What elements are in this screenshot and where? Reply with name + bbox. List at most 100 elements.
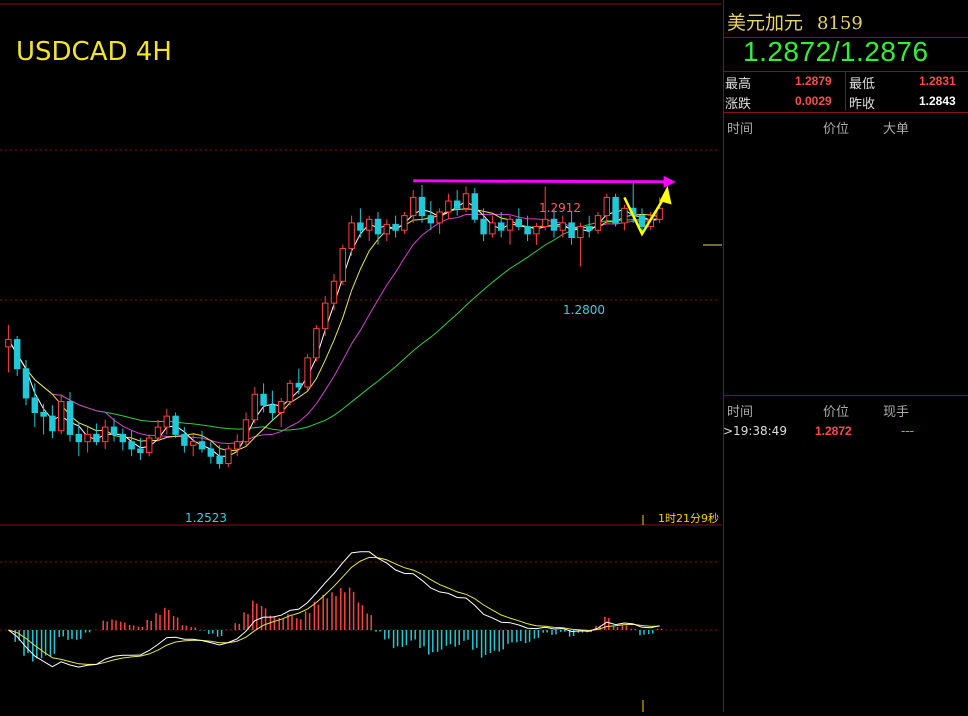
candle-body [269,404,276,414]
candle-body [110,426,118,435]
low-label-cell: 最低 [849,77,876,92]
big-orders-header-time: 时间 [727,122,754,137]
candle-body [251,393,259,421]
candle-body [506,218,514,231]
candle-body [295,382,303,388]
candle-body [462,193,470,209]
candle-body [13,339,21,370]
candle-body [392,223,399,231]
candle-body [154,426,162,439]
candle-body [145,437,153,454]
candle-body [348,222,355,249]
candle-body [568,222,575,239]
candle-body [374,218,382,235]
candle-body [638,215,646,228]
candle-body [401,215,408,231]
candle-body [533,226,540,235]
prev-close-value: 1.2843 [919,94,956,108]
ticks-header-time: 时间 [727,405,754,420]
low-price-label: 1.2523 [185,511,227,525]
big-orders-header-size: 大单 [883,122,910,137]
candle-body [31,397,39,413]
candle-body [330,280,338,304]
high-price-label: 1.2912 [539,201,581,215]
ma-line-ma-fast [7,200,660,457]
price-chart-svg[interactable]: USDCAD 4H 1.2912 1.2523 1.2800 1时21分9秒 [0,0,722,712]
tick-row-volume: --- [901,424,914,438]
candle-body [550,218,558,231]
bid-ask-quote: 1.2872/1.2876 [743,36,929,67]
candle-body [225,448,232,465]
candle-body [489,222,496,235]
candle-body [22,368,30,399]
symbol-name: 美元加元 [727,12,804,34]
candle-body [418,196,426,217]
change-value: 0.0029 [795,94,832,108]
ma-line-ma-slow [7,213,660,445]
candle-body [603,196,611,217]
candle-body [524,226,531,235]
candle-body [427,215,435,224]
candle-body [66,401,74,435]
candle-body [541,218,549,228]
candle-body [594,215,602,231]
candle-body [75,433,83,443]
candle-body [304,357,311,388]
candle-body [128,441,135,450]
candle-body [365,218,373,231]
candle-body [40,412,47,417]
candle-body [357,222,364,231]
candle-body [49,415,56,432]
candle-body [216,455,223,465]
tick-row-time: >19:38:49 [723,424,787,438]
candle-body [233,441,241,450]
candle-body [119,433,127,443]
candle-body [101,426,109,443]
candle-body [480,218,487,235]
candle-body [286,382,294,403]
candle-body [436,211,443,224]
candle-body [453,200,461,209]
tick-row-price: 1.2872 [815,424,852,438]
quote-panel: 美元加元 8159 1.2872/1.2876 最高 1.2879 最低 1.28… [723,0,968,712]
candle-body [84,433,91,443]
candle-body [163,415,171,428]
candle-body [612,196,619,224]
candle-body [57,401,65,432]
resistance-arrow-head [663,175,676,188]
resistance-arrow-line [413,179,668,184]
low-value: 1.2831 [919,74,956,88]
range-low-label: 1.2800 [563,303,605,317]
candle-body [445,200,452,213]
candle-body [409,196,417,217]
candle-body [497,222,505,231]
countdown-label: 1时21分9秒 [658,511,719,525]
candle-body [339,247,347,282]
chart-title: USDCAD 4H [16,37,172,67]
candle-body [585,226,593,231]
ma-line-ma-mid [7,208,660,452]
change-label-cell: 涨跌 [725,97,752,112]
ticks-header-price: 价位 [823,405,850,420]
candle-body [621,207,628,224]
candle-body [172,415,179,435]
chart-area[interactable]: USDCAD 4H 1.2912 1.2523 1.2800 1时21分9秒 [0,0,722,712]
candle-body [313,328,320,359]
candle-body [471,193,479,220]
candle-body [5,339,12,348]
symbol-title: 美元加元 8159 [727,8,863,35]
candle-body [515,218,523,228]
ma-line-ma-long [7,218,660,431]
candle-body [383,223,391,235]
high-label-cell: 最高 [725,77,752,92]
big-orders-header-price: 价位 [823,122,850,137]
candle-body [321,302,329,330]
ticks-header-volume: 现手 [883,405,910,420]
symbol-code: 8159 [817,13,863,34]
candle-body [189,441,197,446]
candle-body [181,433,188,446]
candle-body [242,419,250,443]
macd-line [8,551,660,668]
candle-body [277,401,285,413]
candle-body [559,222,567,231]
